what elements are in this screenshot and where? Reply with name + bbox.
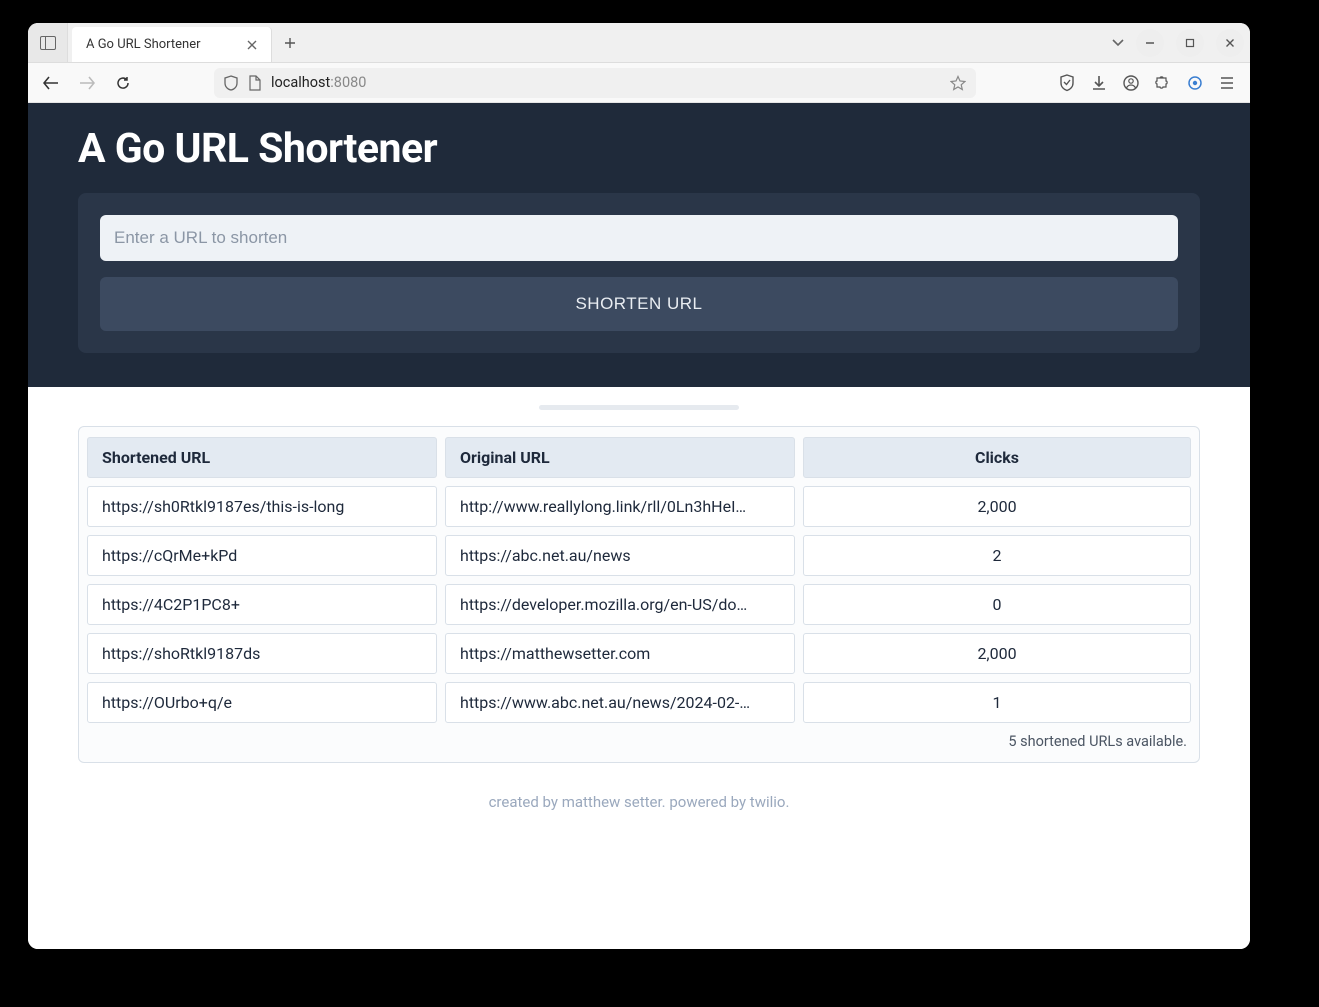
cell-shortened[interactable]: https://OUrbo+q/e <box>87 682 437 723</box>
tracking-shield-icon[interactable] <box>224 75 238 91</box>
address-bar[interactable]: localhost:8080 <box>214 68 976 98</box>
cell-clicks: 2,000 <box>803 486 1191 527</box>
col-header-clicks: Clicks <box>803 437 1191 478</box>
cell-clicks: 0 <box>803 584 1191 625</box>
window-close-button[interactable] <box>1216 29 1244 57</box>
close-icon <box>1225 38 1235 48</box>
cell-original[interactable]: https://matthewsetter.com <box>445 633 795 674</box>
cell-shortened[interactable]: https://shoRtkl9187ds <box>87 633 437 674</box>
cell-original[interactable]: https://developer.mozilla.org/en-US/do… <box>445 584 795 625</box>
col-header-original: Original URL <box>445 437 795 478</box>
cell-shortened[interactable]: https://cQrMe+kPd <box>87 535 437 576</box>
page-title: A Go URL Shortener <box>78 125 1200 173</box>
target-icon <box>1187 75 1203 91</box>
results-card: Shortened URL Original URL Clicks https:… <box>78 426 1200 763</box>
toolbar-actions <box>1052 74 1242 92</box>
close-icon <box>247 40 257 50</box>
page-content: A Go URL Shortener SHORTEN URL Shortened… <box>28 103 1250 949</box>
cell-clicks: 2,000 <box>803 633 1191 674</box>
window-controls <box>1112 23 1250 62</box>
shield-check-icon <box>1059 74 1075 92</box>
arrow-right-icon <box>79 76 95 90</box>
nav-forward-button[interactable] <box>72 68 102 98</box>
puzzle-icon <box>1155 75 1171 91</box>
shorten-form: SHORTEN URL <box>78 193 1200 353</box>
nav-back-button[interactable] <box>36 68 66 98</box>
cell-clicks: 2 <box>803 535 1191 576</box>
url-host: localhost <box>271 74 330 91</box>
app-menu-button[interactable] <box>1218 74 1236 92</box>
hero-section: A Go URL Shortener SHORTEN URL <box>28 103 1250 387</box>
page-icon <box>248 75 261 91</box>
downloads-button[interactable] <box>1090 74 1108 92</box>
url-text: localhost:8080 <box>271 74 940 91</box>
cell-original[interactable]: http://www.reallylong.link/rll/0Ln3hHeI… <box>445 486 795 527</box>
window-maximize-button[interactable] <box>1176 29 1204 57</box>
tab-title: A Go URL Shortener <box>86 37 243 52</box>
arrow-left-icon <box>43 76 59 90</box>
shield-icon <box>224 75 238 91</box>
new-tab-button[interactable] <box>272 23 308 62</box>
tab-sidebar-toggle[interactable] <box>28 23 68 62</box>
results-summary: 5 shortened URLs available. <box>87 723 1191 752</box>
browser-tab[interactable]: A Go URL Shortener <box>72 27 272 62</box>
inspector-button[interactable] <box>1186 74 1204 92</box>
hamburger-icon <box>1220 77 1234 89</box>
window-minimize-button[interactable] <box>1136 29 1164 57</box>
section-divider <box>539 405 739 410</box>
cell-shortened[interactable]: https://sh0Rtkl9187es/this-is-long <box>87 486 437 527</box>
sidebar-icon <box>40 36 56 50</box>
results-table: Shortened URL Original URL Clicks https:… <box>87 437 1191 723</box>
url-port: :8080 <box>330 74 366 91</box>
shorten-button[interactable]: SHORTEN URL <box>100 277 1178 331</box>
cell-shortened[interactable]: https://4C2P1PC8+ <box>87 584 437 625</box>
extensions-button[interactable] <box>1154 74 1172 92</box>
plus-icon <box>284 37 296 49</box>
reload-icon <box>115 75 131 91</box>
maximize-icon <box>1185 38 1195 48</box>
tabs-dropdown[interactable] <box>1112 39 1124 47</box>
site-info-icon[interactable] <box>248 75 261 91</box>
nav-reload-button[interactable] <box>108 68 138 98</box>
minimize-icon <box>1145 38 1155 48</box>
url-input[interactable] <box>100 215 1178 261</box>
download-icon <box>1091 75 1107 91</box>
col-header-shortened: Shortened URL <box>87 437 437 478</box>
star-icon <box>950 75 966 91</box>
browser-toolbar: localhost:8080 <box>28 63 1250 103</box>
account-icon <box>1123 75 1139 91</box>
cell-original[interactable]: https://www.abc.net.au/news/2024-02-… <box>445 682 795 723</box>
cell-clicks: 1 <box>803 682 1191 723</box>
cell-original[interactable]: https://abc.net.au/news <box>445 535 795 576</box>
save-pocket-button[interactable] <box>1058 74 1076 92</box>
browser-window: A Go URL Shortener <box>28 23 1250 949</box>
page-footer: created by matthew setter. powered by tw… <box>28 781 1250 841</box>
tab-close-button[interactable] <box>243 36 261 54</box>
chevron-down-icon <box>1112 39 1124 47</box>
browser-tab-bar: A Go URL Shortener <box>28 23 1250 63</box>
account-button[interactable] <box>1122 74 1140 92</box>
bookmark-button[interactable] <box>950 75 966 91</box>
